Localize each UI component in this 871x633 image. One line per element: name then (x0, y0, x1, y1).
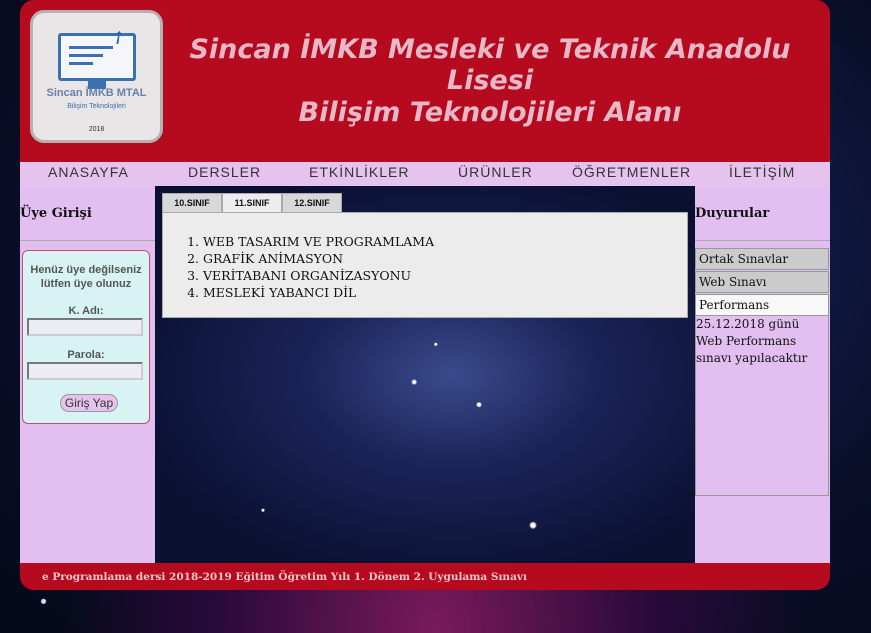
login-button[interactable]: Giriş Yap (60, 394, 118, 412)
accordion-ortak-sinavlar[interactable]: Ortak Sınavlar (695, 248, 829, 270)
username-input[interactable] (27, 318, 143, 336)
course-item: VERİTABANI ORGANİZASYONU (203, 267, 434, 284)
content-area: 10.SINIF 11.SINIF 12.SINIF WEB TASARIM V… (155, 186, 695, 563)
nav-iletisim[interactable]: İLETİŞİM (729, 164, 795, 180)
nav-urunler[interactable]: ÜRÜNLER (458, 164, 533, 180)
nav-dersler[interactable]: DERSLER (188, 164, 261, 180)
course-item: GRAFİK ANİMASYON (203, 250, 434, 267)
tab-11-sinif[interactable]: 11.SINIF (222, 193, 282, 214)
tab-panel: WEB TASARIM VE PROGRAMLAMA GRAFİK ANİMAS… (162, 212, 688, 318)
divider (695, 240, 830, 241)
nav-ogretmenler[interactable]: ÖĞRETMENLER (572, 164, 691, 180)
username-label: K. Adı: (68, 305, 104, 317)
login-message: Henüz üye değilseniz lütfen üye olunuz (30, 264, 142, 290)
course-item: WEB TASARIM VE PROGRAMLAMA (203, 233, 434, 250)
login-form: Henüz üye değilseniz lütfen üye olunuz K… (22, 250, 150, 424)
tab-10-sinif[interactable]: 10.SINIF (162, 193, 222, 212)
login-title: Üye Girişi (20, 206, 92, 221)
right-sidebar: Duyurular Ortak Sınavlar Web Sınavı Perf… (695, 186, 830, 563)
course-item: MESLEKİ YABANCI DİL (203, 284, 434, 301)
nav-etkinlikler[interactable]: ETKİNLİKLER (309, 164, 409, 180)
tab-12-sinif[interactable]: 12.SINIF (282, 193, 342, 212)
nav-anasayfa[interactable]: ANASAYFA (48, 164, 129, 180)
site-subtitle: Bilişim Teknolojileri Alanı (298, 97, 682, 128)
logo-subtitle: Bilişim Teknolojileri (67, 103, 126, 110)
password-label: Parola: (67, 349, 105, 361)
password-input[interactable] (27, 362, 143, 380)
site-title: Sincan İMKB Mesleki ve Teknik Anadolu Li… (189, 34, 791, 96)
left-sidebar: Üye Girişi Henüz üye değilseniz lütfen ü… (20, 186, 155, 563)
logo-name: Sincan İMKB MTAL (46, 87, 147, 99)
divider (20, 240, 155, 241)
course-list: WEB TASARIM VE PROGRAMLAMA GRAFİK ANİMAS… (189, 233, 434, 301)
accordion-performans[interactable]: Performans (695, 294, 829, 316)
accordion-web-sinavi[interactable]: Web Sınavı (695, 271, 829, 293)
page-frame: ➚ Sincan İMKB MTAL Bilişim Teknolojileri… (20, 0, 830, 590)
announcements-title: Duyurular (695, 206, 770, 221)
footer-marquee: e Programlama dersi 2018-2019 Eğitim Öğr… (42, 571, 527, 583)
logo-year: 2018 (88, 126, 105, 133)
site-footer: e Programlama dersi 2018-2019 Eğitim Öğr… (20, 563, 830, 590)
announcement-text: 25.12.2018 günü Web Performans sınavı ya… (695, 316, 829, 496)
site-header: ➚ Sincan İMKB MTAL Bilişim Teknolojileri… (20, 0, 830, 162)
school-logo[interactable]: ➚ Sincan İMKB MTAL Bilişim Teknolojileri… (30, 10, 163, 143)
main-nav: ANASAYFA DERSLER ETKİNLİKLER ÜRÜNLER ÖĞR… (20, 162, 830, 186)
